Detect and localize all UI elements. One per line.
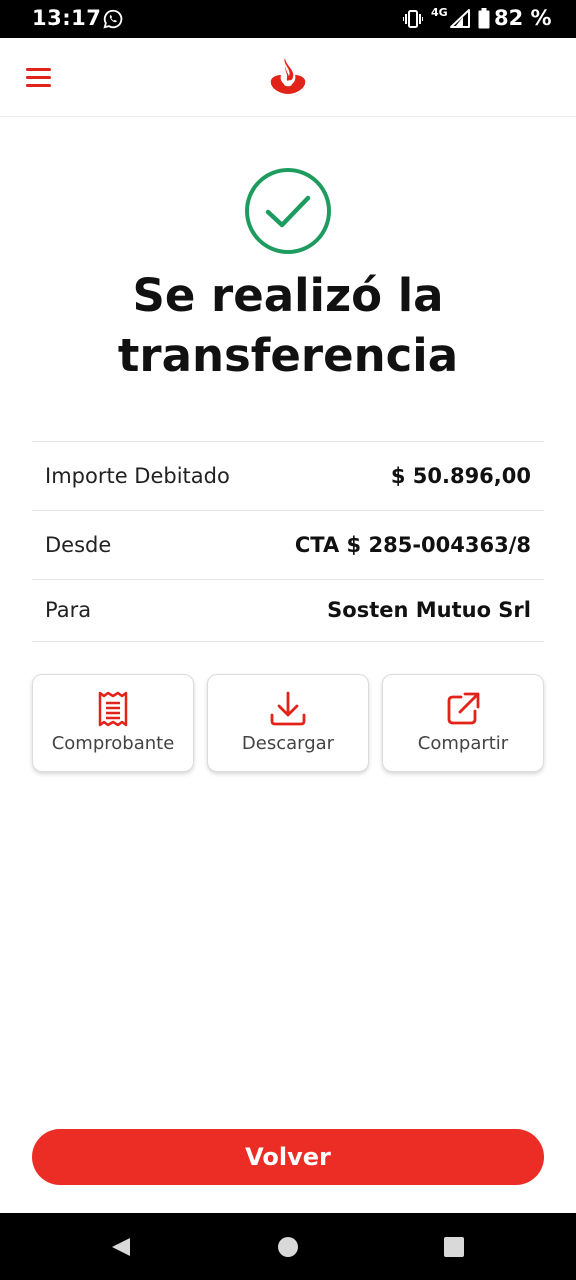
whatsapp-icon <box>103 9 123 29</box>
signal-icon <box>450 9 470 28</box>
menu-icon <box>26 68 51 71</box>
success-title-line-2: transferencia <box>117 329 459 382</box>
menu-icon-line <box>26 84 51 87</box>
receipt-button[interactable]: Comprobante <box>32 674 194 772</box>
success-title-line-1: Se realizó la <box>132 269 444 322</box>
download-button[interactable]: Descargar <box>207 674 369 772</box>
home-circle-icon[interactable] <box>277 1236 299 1258</box>
recents-square-icon[interactable] <box>443 1236 465 1258</box>
detail-row-from: Desde CTA $ 285-004363/8 <box>32 511 544 580</box>
detail-label: Desde <box>45 533 112 557</box>
back-button[interactable]: Volver <box>32 1129 544 1185</box>
download-label: Descargar <box>241 733 335 754</box>
app-header <box>0 38 576 117</box>
success-title: Se realizó la transferencia <box>40 266 536 386</box>
menu-icon-line <box>26 76 51 79</box>
detail-row-amount: Importe Debitado $ 50.896,00 <box>32 442 544 511</box>
status-time: 13:17 <box>32 6 102 30</box>
download-icon <box>270 691 306 726</box>
detail-row-to: Para Sosten Mutuo Srl <box>32 580 544 642</box>
system-navigation-bar <box>0 1213 576 1280</box>
transfer-details: Importe Debitado $ 50.896,00 Desde CTA $… <box>32 441 544 642</box>
santander-flame-icon <box>270 58 306 94</box>
menu-button[interactable] <box>18 60 60 96</box>
battery-icon <box>478 8 490 29</box>
receipt-icon <box>98 691 128 727</box>
network-type: 4G <box>431 6 448 19</box>
share-icon <box>447 692 480 725</box>
detail-value: CTA $ 285-004363/8 <box>294 533 531 557</box>
detail-value: $ 50.896,00 <box>390 464 531 488</box>
vibrate-icon <box>403 10 423 28</box>
action-buttons: Comprobante Descargar Compartir <box>32 674 544 772</box>
detail-label: Para <box>45 598 92 622</box>
receipt-label: Comprobante <box>51 733 175 754</box>
detail-value: Sosten Mutuo Srl <box>327 598 531 622</box>
share-button[interactable]: Compartir <box>382 674 544 772</box>
check-circle-icon <box>245 168 331 254</box>
detail-label: Importe Debitado <box>45 464 230 488</box>
back-triangle-icon[interactable] <box>110 1236 132 1258</box>
status-bar: 13:17 4G 82 % <box>0 0 576 38</box>
battery-percent: 82 % <box>494 6 552 30</box>
share-label: Compartir <box>417 733 509 754</box>
